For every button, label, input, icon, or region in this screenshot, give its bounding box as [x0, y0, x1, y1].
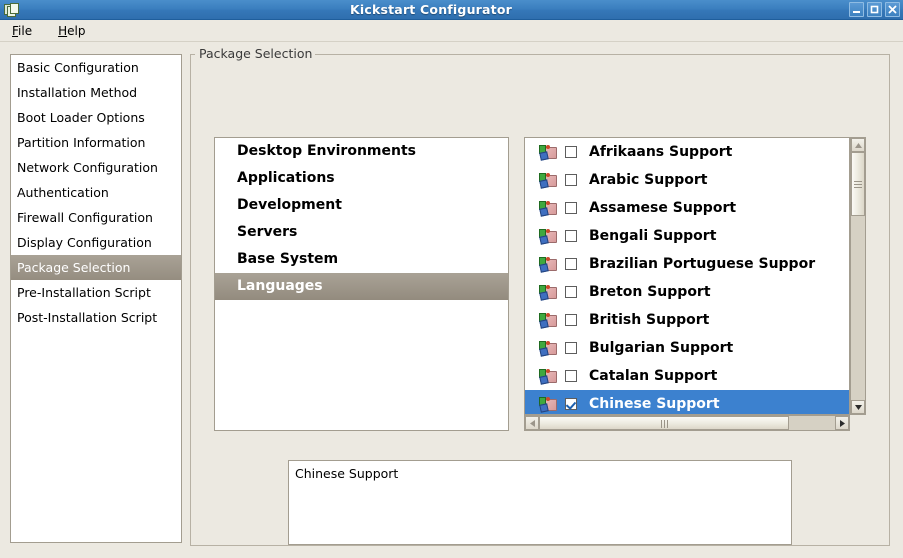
package-label: Catalan Support [589, 368, 717, 384]
package-list-vertical-scrollbar[interactable] [850, 137, 866, 415]
package-description-box: Chinese Support [288, 460, 792, 545]
package-checkbox[interactable] [565, 230, 577, 242]
scroll-up-arrow-icon[interactable] [851, 138, 865, 152]
scroll-down-arrow-icon[interactable] [851, 400, 865, 414]
menu-help-label-rest: elp [67, 24, 85, 38]
sidebar-navigation-list[interactable]: Basic Configuration Installation Method … [10, 54, 182, 543]
package-checkbox[interactable] [565, 398, 577, 410]
maximize-icon[interactable] [867, 2, 882, 17]
package-row[interactable]: Afrikaans Support [525, 138, 849, 166]
group-item-languages[interactable]: Languages [215, 273, 508, 300]
sidebar-item-installation-method[interactable]: Installation Method [11, 80, 181, 105]
group-item-base-system[interactable]: Base System [215, 246, 508, 273]
sidebar-item-partition-information[interactable]: Partition Information [11, 130, 181, 155]
sidebar-item-package-selection[interactable]: Package Selection [11, 255, 181, 280]
package-icon [539, 284, 557, 300]
package-icon [539, 368, 557, 384]
workspace: Basic Configuration Installation Method … [0, 43, 903, 558]
menubar: File Help [0, 20, 903, 42]
scroll-left-arrow-icon[interactable] [525, 416, 539, 430]
horizontal-scrollbar-thumb[interactable] [539, 416, 789, 430]
menu-file[interactable]: File [10, 22, 42, 40]
package-label: Arabic Support [589, 172, 708, 188]
package-icon [539, 200, 557, 216]
package-label: Bulgarian Support [589, 340, 733, 356]
package-list[interactable]: Afrikaans Support Arabic Support Assames… [524, 137, 850, 415]
group-item-desktop-environments[interactable]: Desktop Environments [215, 138, 508, 165]
package-row[interactable]: Bengali Support [525, 222, 849, 250]
sidebar-item-display-configuration[interactable]: Display Configuration [11, 230, 181, 255]
window-title: Kickstart Configurator [19, 2, 903, 17]
menu-help[interactable]: Help [56, 22, 95, 40]
sidebar-item-network-configuration[interactable]: Network Configuration [11, 155, 181, 180]
sidebar-item-firewall-configuration[interactable]: Firewall Configuration [11, 205, 181, 230]
package-row[interactable]: Breton Support [525, 278, 849, 306]
package-checkbox[interactable] [565, 258, 577, 270]
package-row[interactable]: Arabic Support [525, 166, 849, 194]
package-checkbox[interactable] [565, 342, 577, 354]
sidebar-item-pre-installation-script[interactable]: Pre-Installation Script [11, 280, 181, 305]
package-checkbox[interactable] [565, 174, 577, 186]
package-checkbox[interactable] [565, 146, 577, 158]
close-icon[interactable] [885, 2, 900, 17]
window-titlebar: Kickstart Configurator [0, 0, 903, 20]
package-label: Afrikaans Support [589, 144, 732, 160]
package-description-text: Chinese Support [295, 466, 785, 481]
package-group-list[interactable]: Desktop Environments Applications Develo… [214, 137, 509, 431]
package-row[interactable]: British Support [525, 306, 849, 334]
package-icon [539, 340, 557, 356]
package-label: Breton Support [589, 284, 711, 300]
package-icon [539, 312, 557, 328]
scrollbar-grip-icon [660, 416, 669, 430]
package-icon [539, 228, 557, 244]
package-row-selected[interactable]: Chinese Support [525, 390, 849, 415]
package-label: Assamese Support [589, 200, 736, 216]
kickstart-icon [3, 2, 19, 18]
package-checkbox[interactable] [565, 314, 577, 326]
package-label: Chinese Support [589, 396, 720, 412]
package-icon [539, 172, 557, 188]
package-icon [539, 256, 557, 272]
group-item-servers[interactable]: Servers [215, 219, 508, 246]
package-checkbox[interactable] [565, 202, 577, 214]
package-checkbox[interactable] [565, 370, 577, 382]
package-row[interactable]: Assamese Support [525, 194, 849, 222]
package-row[interactable]: Bulgarian Support [525, 334, 849, 362]
package-label: Brazilian Portuguese Suppor [589, 256, 815, 272]
groupbox-legend: Package Selection [196, 46, 315, 61]
package-icon [539, 144, 557, 160]
sidebar-item-boot-loader-options[interactable]: Boot Loader Options [11, 105, 181, 130]
group-item-applications[interactable]: Applications [215, 165, 508, 192]
group-item-development[interactable]: Development [215, 192, 508, 219]
package-label: British Support [589, 312, 709, 328]
window-controls [849, 2, 900, 17]
scroll-right-arrow-icon[interactable] [835, 416, 849, 430]
package-list-horizontal-scrollbar[interactable] [524, 415, 850, 431]
package-row[interactable]: Brazilian Portuguese Suppor [525, 250, 849, 278]
sidebar-item-post-installation-script[interactable]: Post-Installation Script [11, 305, 181, 330]
sidebar-item-authentication[interactable]: Authentication [11, 180, 181, 205]
sidebar-item-basic-configuration[interactable]: Basic Configuration [11, 55, 181, 80]
menu-file-label-rest: ile [18, 24, 32, 38]
minimize-icon[interactable] [849, 2, 864, 17]
package-list-panel: Afrikaans Support Arabic Support Assames… [524, 137, 866, 431]
package-row[interactable]: Catalan Support [525, 362, 849, 390]
package-icon [539, 396, 557, 412]
package-label: Bengali Support [589, 228, 716, 244]
scrollbar-grip-icon [854, 179, 862, 190]
package-checkbox[interactable] [565, 286, 577, 298]
vertical-scrollbar-thumb[interactable] [851, 152, 865, 216]
